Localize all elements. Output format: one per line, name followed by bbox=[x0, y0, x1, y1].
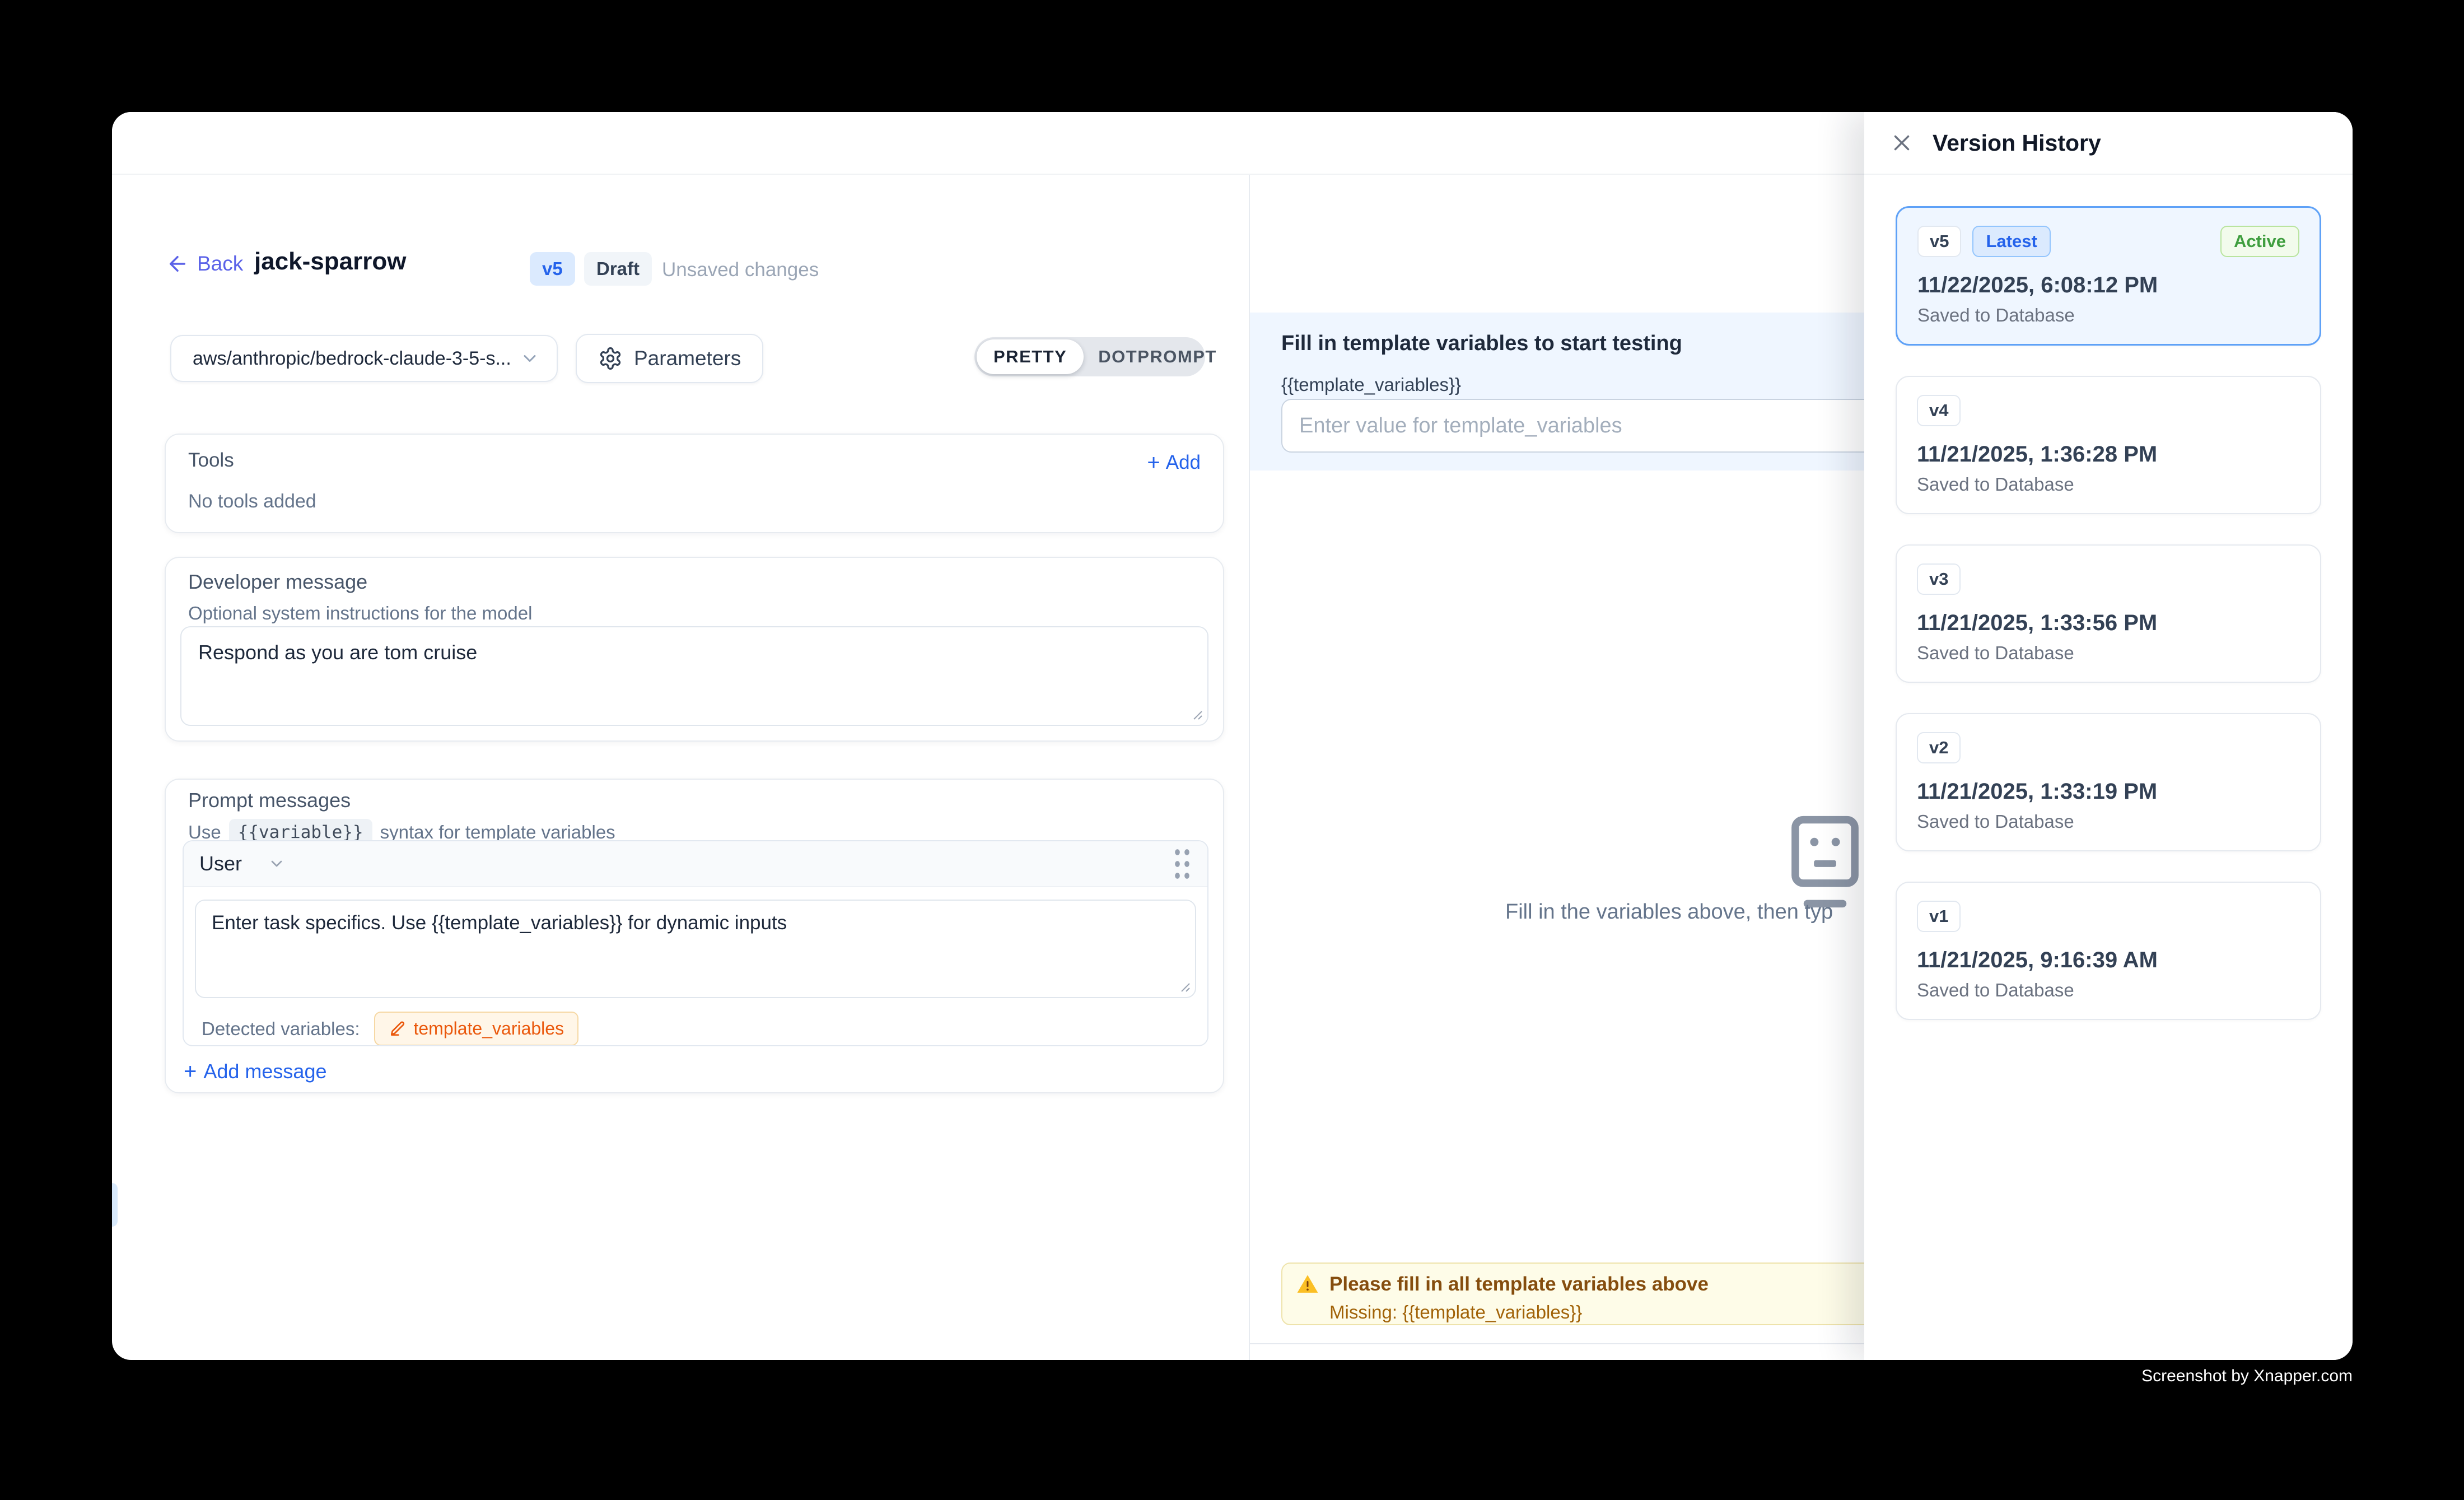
variable-name-label: {{template_variables}} bbox=[1281, 374, 1461, 395]
warning-missing-text: Missing: {{template_variables}} bbox=[1329, 1302, 1895, 1323]
tools-title: Tools bbox=[188, 449, 234, 472]
version-card[interactable]: v3 11/21/2025, 1:33:56 PM Saved to Datab… bbox=[1896, 544, 2321, 683]
version-badge: v5 bbox=[530, 252, 575, 286]
back-button[interactable]: Back bbox=[166, 252, 243, 276]
back-arrow-icon bbox=[166, 252, 189, 276]
close-icon[interactable] bbox=[1889, 130, 1915, 156]
template-variable-chip-label: template_variables bbox=[413, 1018, 564, 1039]
version-badges-row: v5 Latest Active bbox=[1917, 226, 2299, 257]
tools-empty-text: No tools added bbox=[188, 491, 316, 513]
page-title: jack-sparrow bbox=[254, 248, 406, 276]
version-history-header: Version History bbox=[1864, 112, 2353, 175]
desktop-background: { "header": { "back_label": "Back", "tit… bbox=[0, 0, 2464, 1500]
version-storage: Saved to Database bbox=[1917, 474, 2300, 495]
version-card[interactable]: v1 11/21/2025, 9:16:39 AM Saved to Datab… bbox=[1896, 882, 2321, 1020]
version-badges-row: v2 bbox=[1917, 732, 2300, 763]
model-select[interactable]: aws/anthropic/bedrock-claude-3-5-s... bbox=[170, 335, 558, 382]
watermark-text: Screenshot by Xnapper.com bbox=[2141, 1367, 2353, 1386]
add-message-label: Add message bbox=[203, 1060, 326, 1083]
version-storage: Saved to Database bbox=[1917, 305, 2299, 326]
developer-message-input[interactable]: Respond as you are tom cruise bbox=[181, 627, 1207, 725]
version-timestamp: 11/21/2025, 9:16:39 AM bbox=[1917, 948, 2300, 973]
user-message-input[interactable]: Enter task specifics. Use {{template_var… bbox=[196, 901, 1195, 997]
add-message-button[interactable]: + Add message bbox=[184, 1060, 327, 1083]
version-number-badge: v3 bbox=[1917, 563, 1961, 595]
version-storage: Saved to Database bbox=[1917, 642, 2300, 664]
version-card[interactable]: v2 11/21/2025, 1:33:19 PM Saved to Datab… bbox=[1896, 713, 2321, 851]
template-variable-chip[interactable]: template_variables bbox=[374, 1012, 578, 1046]
plus-icon: + bbox=[1147, 451, 1160, 474]
tools-card: Tools + Add No tools added bbox=[165, 434, 1224, 533]
variable-value-input[interactable] bbox=[1281, 399, 1910, 453]
add-tool-button[interactable]: + Add bbox=[1147, 451, 1201, 474]
version-storage: Saved to Database bbox=[1917, 811, 2300, 832]
version-number-badge: v5 bbox=[1917, 226, 1961, 257]
warning-box: Please fill in all template variables ab… bbox=[1281, 1263, 1910, 1325]
unsaved-changes-label: Unsaved changes bbox=[662, 259, 819, 281]
version-history-title: Version History bbox=[1933, 130, 2101, 156]
active-badge: Active bbox=[2220, 226, 2299, 257]
model-select-value: aws/anthropic/bedrock-claude-3-5-s... bbox=[193, 348, 511, 370]
message-block: User Enter task specifics. Use {{templat… bbox=[183, 840, 1208, 1046]
collapsed-panel-handle[interactable] bbox=[112, 1183, 118, 1227]
version-history-list: v5 Latest Active 11/22/2025, 6:08:12 PM … bbox=[1864, 175, 2353, 1051]
empty-state-text: Fill in the variables above, then typ bbox=[1505, 900, 1833, 924]
version-badges-row: v1 bbox=[1917, 901, 2300, 932]
pencil-icon bbox=[389, 1020, 407, 1038]
chevron-down-icon bbox=[520, 348, 540, 369]
toggle-pretty[interactable]: PRETTY bbox=[977, 339, 1084, 374]
user-message-box: Enter task specifics. Use {{template_var… bbox=[195, 900, 1196, 998]
gear-icon bbox=[598, 346, 623, 371]
version-timestamp: 11/21/2025, 1:33:56 PM bbox=[1917, 611, 2300, 636]
latest-badge: Latest bbox=[1972, 226, 2050, 257]
parameters-button[interactable]: Parameters bbox=[576, 334, 763, 383]
view-mode-toggle: PRETTY DOTPROMPT bbox=[974, 337, 1205, 376]
version-card[interactable]: v5 Latest Active 11/22/2025, 6:08:12 PM … bbox=[1896, 206, 2321, 346]
parameters-label: Parameters bbox=[634, 347, 741, 370]
draft-badge: Draft bbox=[584, 252, 652, 286]
chevron-down-icon bbox=[268, 855, 286, 873]
version-card[interactable]: v4 11/21/2025, 1:36:28 PM Saved to Datab… bbox=[1896, 376, 2321, 514]
version-number-badge: v1 bbox=[1917, 901, 1961, 932]
back-label: Back bbox=[197, 252, 243, 276]
message-body: Enter task specifics. Use {{template_var… bbox=[184, 887, 1207, 1046]
drag-handle-icon[interactable] bbox=[1173, 846, 1192, 881]
role-select[interactable]: User bbox=[199, 852, 286, 875]
plus-icon: + bbox=[184, 1060, 197, 1083]
version-badges-row: v3 bbox=[1917, 563, 2300, 595]
version-history-panel: Version History v5 Latest Active 11/22/2… bbox=[1864, 112, 2353, 1360]
detected-variables-label: Detected variables: bbox=[202, 1018, 360, 1040]
developer-message-box: Respond as you are tom cruise bbox=[180, 626, 1208, 726]
warning-icon bbox=[1296, 1273, 1319, 1296]
version-timestamp: 11/21/2025, 1:33:19 PM bbox=[1917, 779, 2300, 804]
version-timestamp: 11/21/2025, 1:36:28 PM bbox=[1917, 442, 2300, 467]
role-select-value: User bbox=[199, 852, 242, 875]
variables-panel-title: Fill in template variables to start test… bbox=[1281, 332, 1682, 356]
developer-message-card: Developer message Optional system instru… bbox=[165, 557, 1224, 742]
app-window: Back jack-sparrow v5 Draft Unsaved chang… bbox=[112, 112, 2353, 1360]
detected-variables-row: Detected variables: template_variables bbox=[195, 998, 1196, 1046]
version-timestamp: 11/22/2025, 6:08:12 PM bbox=[1917, 273, 2299, 298]
warning-title: Please fill in all template variables ab… bbox=[1329, 1273, 1709, 1296]
add-tool-label: Add bbox=[1166, 451, 1201, 474]
prompt-messages-card: Prompt messages Use {{variable}} syntax … bbox=[165, 779, 1224, 1093]
version-badges-row: v4 bbox=[1917, 395, 2300, 426]
version-number-badge: v2 bbox=[1917, 732, 1961, 763]
message-header: User bbox=[184, 841, 1207, 887]
developer-message-title: Developer message bbox=[188, 570, 367, 594]
developer-message-subtitle: Optional system instructions for the mod… bbox=[188, 603, 532, 624]
version-storage: Saved to Database bbox=[1917, 980, 2300, 1001]
toggle-dotprompt[interactable]: DOTPROMPT bbox=[1084, 347, 1231, 367]
version-number-badge: v4 bbox=[1917, 395, 1961, 426]
prompt-messages-title: Prompt messages bbox=[188, 789, 351, 812]
